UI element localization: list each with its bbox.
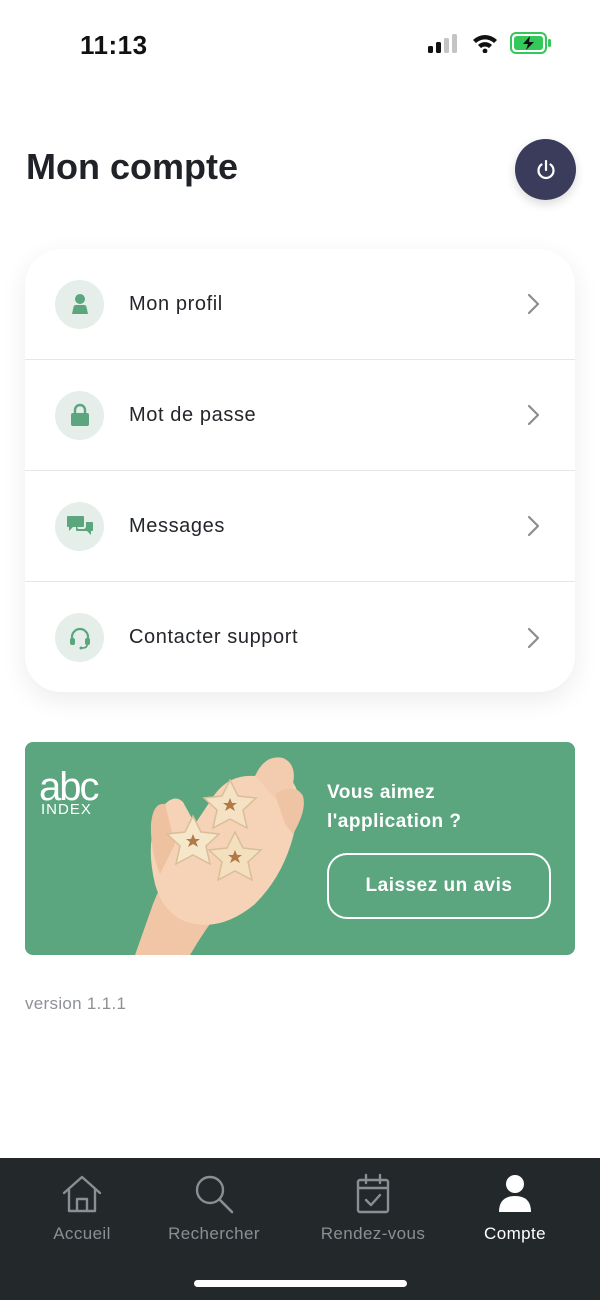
calendar-check-icon — [356, 1173, 390, 1214]
app-version: version 1.1.1 — [25, 994, 127, 1013]
status-bar: 11:13 — [0, 0, 600, 90]
chevron-right-icon — [527, 515, 540, 537]
tab-label: Rendez-vous — [320, 1224, 426, 1243]
menu-item-password[interactable]: Mot de passe — [25, 360, 575, 471]
chevron-right-icon — [527, 293, 540, 315]
lock-icon — [70, 403, 89, 426]
wifi-icon — [473, 35, 497, 53]
chevron-right-icon — [527, 627, 540, 648]
home-icon — [62, 1175, 102, 1213]
person-icon — [499, 1175, 531, 1212]
tab-search[interactable]: Rechercher — [158, 1158, 270, 1258]
tab-label: Accueil — [53, 1224, 111, 1243]
account-menu: Mon profil Mot de passe Messages Contact… — [25, 249, 575, 692]
menu-item-label: Mon profil — [129, 292, 223, 315]
status-time: 11:13 — [80, 30, 148, 60]
chat-icon — [66, 516, 93, 535]
cellular-signal-icon — [428, 34, 457, 53]
support-icon-circle — [55, 613, 104, 662]
menu-item-label: Messages — [129, 514, 225, 537]
review-promo-banner: abc INDEX Vous aimez l'application ? Lai… — [25, 742, 575, 955]
power-icon — [536, 159, 555, 179]
status-icons — [428, 32, 552, 54]
battery-charging-icon — [510, 32, 551, 54]
page-title: Mon compte — [26, 146, 238, 187]
headset-icon — [69, 627, 90, 649]
menu-item-label: Contacter support — [129, 626, 299, 648]
promo-question: Vous aimez l'application ? — [327, 782, 462, 832]
search-icon — [195, 1175, 234, 1214]
logout-button[interactable] — [515, 139, 576, 200]
menu-item-messages[interactable]: Messages — [25, 471, 575, 582]
leave-review-button[interactable]: Laissez un avis — [327, 853, 551, 919]
messages-icon-circle — [55, 501, 104, 551]
tab-home[interactable]: Accueil — [44, 1158, 120, 1258]
menu-item-label: Mot de passe — [129, 403, 257, 426]
user-icon — [71, 294, 88, 314]
menu-item-profile[interactable]: Mon profil — [25, 249, 575, 360]
tab-appointments[interactable]: Rendez-vous — [310, 1158, 436, 1258]
home-indicator — [194, 1280, 407, 1287]
abc-index-logo: abc INDEX — [39, 766, 100, 816]
menu-item-support[interactable]: Contacter support — [25, 582, 575, 692]
bottom-tab-bar: Accueil Rechercher Rendez-vous Compte — [0, 1158, 600, 1300]
password-icon-circle — [55, 390, 104, 440]
profile-icon-circle — [55, 279, 104, 329]
hand-holding-stars-image — [135, 757, 304, 955]
tab-account[interactable]: Compte — [474, 1158, 556, 1258]
tab-label: Compte — [484, 1224, 546, 1243]
tab-label: Rechercher — [168, 1224, 260, 1243]
logo-sub-text: INDEX — [41, 801, 92, 816]
chevron-right-icon — [527, 404, 540, 426]
